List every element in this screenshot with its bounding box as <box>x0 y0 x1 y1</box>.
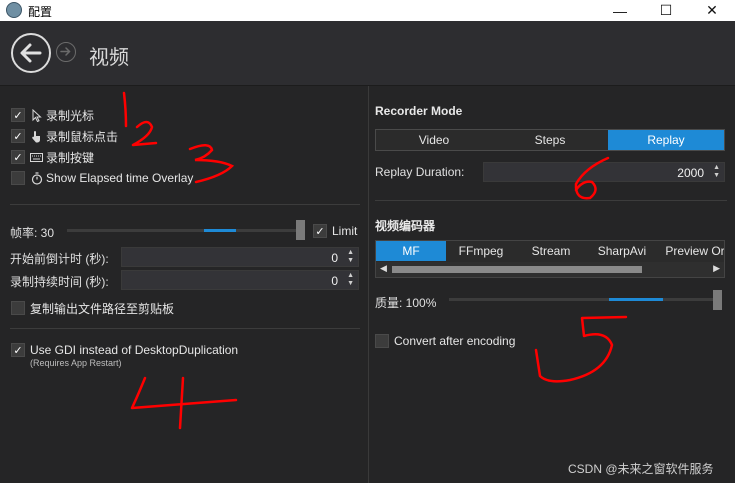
encoder-tabs-scrollbar[interactable]: ◀ ▶ <box>376 262 724 277</box>
fps-slider[interactable] <box>67 229 301 232</box>
encoder-title: 视频编码器 <box>375 219 436 233</box>
copy-path-checkbox[interactable]: 复制输出文件路径至剪贴板 <box>11 299 174 317</box>
checkbox-box[interactable]: ✓ <box>11 108 25 122</box>
duration-label: 录制持续时间 (秒): <box>10 275 109 289</box>
spinner-arrows-icon[interactable]: ▲ ▼ <box>347 249 354 265</box>
left-panel: ✓ 录制光标 ✓ 录制鼠标点击 ✓ 录制按键 Show Elapsed time… <box>0 86 368 483</box>
limit-label: Limit <box>332 224 358 238</box>
hand-pointer-icon <box>30 129 43 143</box>
tab-mf[interactable]: MF <box>376 241 446 261</box>
maximize-button[interactable]: ☐ <box>643 0 689 21</box>
replay-duration-label: Replay Duration: <box>375 165 465 179</box>
mode-steps[interactable]: Steps <box>492 130 608 150</box>
mode-replay[interactable]: Replay <box>608 130 724 150</box>
duration-value: 0 <box>331 274 338 288</box>
window-titlebar: 配置 — ☐ ✕ <box>0 0 735 21</box>
checkbox-box[interactable] <box>375 334 389 348</box>
record-clicks-label: 录制鼠标点击 <box>46 129 119 144</box>
arrow-right-icon <box>60 47 71 56</box>
quality-label: 质量: 100% <box>375 296 437 310</box>
tab-stream[interactable]: Stream <box>516 241 586 261</box>
tab-sharpavi[interactable]: SharpAvi <box>586 241 658 261</box>
stopwatch-icon <box>30 171 43 185</box>
record-keys-label: 录制按键 <box>46 150 95 165</box>
fps-slider-fill <box>204 229 236 232</box>
record-keys-checkbox[interactable]: ✓ 录制按键 <box>11 148 94 166</box>
checkbox-box[interactable]: ✓ <box>313 224 327 238</box>
minimize-button[interactable]: — <box>597 0 643 21</box>
scroll-right-icon[interactable]: ▶ <box>713 263 720 274</box>
checkbox-box[interactable] <box>11 171 25 185</box>
use-gdi-label: Use GDI instead of DesktopDuplication <box>30 343 239 357</box>
divider <box>10 204 360 205</box>
record-clicks-checkbox[interactable]: ✓ 录制鼠标点击 <box>11 127 118 145</box>
right-panel: Recorder Mode Video Steps Replay Replay … <box>369 86 735 483</box>
close-button[interactable]: ✕ <box>689 0 735 21</box>
checkbox-box[interactable]: ✓ <box>11 150 25 164</box>
mode-video[interactable]: Video <box>376 130 492 150</box>
spinner-arrows-icon[interactable]: ▲ ▼ <box>347 272 354 288</box>
quality-slider[interactable] <box>449 298 719 301</box>
start-delay-input[interactable]: 0 ▲ ▼ <box>121 247 359 267</box>
replay-duration-input[interactable]: 2000 ▲ ▼ <box>483 162 725 182</box>
checkbox-box[interactable]: ✓ <box>11 343 25 357</box>
tab-ffmpeg[interactable]: FFmpeg <box>446 241 516 261</box>
window-title: 配置 <box>28 5 53 19</box>
encoder-tabs: MF FFmpeg Stream SharpAvi Preview Or ◀ ▶ <box>375 240 725 278</box>
divider <box>10 328 360 329</box>
keyboard-icon <box>30 150 43 164</box>
quality-slider-thumb[interactable] <box>713 290 722 310</box>
replay-duration-value: 2000 <box>677 166 704 180</box>
back-button[interactable] <box>11 33 51 73</box>
tab-preview[interactable]: Preview Or <box>658 241 724 261</box>
elapsed-overlay-label: Show Elapsed time Overlay <box>46 171 194 185</box>
scroll-left-icon[interactable]: ◀ <box>380 263 387 274</box>
convert-after-checkbox[interactable]: Convert after encoding <box>375 332 515 350</box>
scrollbar-thumb[interactable] <box>392 266 642 273</box>
record-cursor-label: 录制光标 <box>46 108 95 123</box>
divider <box>375 200 727 201</box>
quality-slider-fill <box>609 298 663 301</box>
checkbox-box[interactable] <box>11 301 25 315</box>
duration-input[interactable]: 0 ▲ ▼ <box>121 270 359 290</box>
checkbox-box[interactable]: ✓ <box>11 129 25 143</box>
limit-checkbox[interactable]: ✓ Limit <box>313 222 357 240</box>
arrow-left-icon <box>20 43 42 63</box>
recorder-mode-title: Recorder Mode <box>375 104 463 118</box>
forward-button[interactable] <box>56 42 76 62</box>
fps-slider-thumb[interactable] <box>296 220 305 240</box>
watermark: CSDN @未来之窗软件服务 <box>568 462 714 476</box>
page-title: 视频 <box>89 47 129 69</box>
cursor-icon <box>30 108 43 122</box>
page-header: 视频 <box>0 21 735 86</box>
record-cursor-checkbox[interactable]: ✓ 录制光标 <box>11 106 94 124</box>
elapsed-overlay-checkbox[interactable]: Show Elapsed time Overlay <box>11 169 193 187</box>
use-gdi-checkbox[interactable]: ✓ Use GDI instead of DesktopDuplication <box>11 341 238 359</box>
fps-label: 帧率: 30 <box>10 226 55 240</box>
app-icon <box>6 2 22 18</box>
start-delay-value: 0 <box>331 251 338 265</box>
copy-path-label: 复制输出文件路径至剪贴板 <box>30 301 175 316</box>
use-gdi-note: (Requires App Restart) <box>30 358 122 368</box>
recorder-mode-selector: Video Steps Replay <box>375 129 725 151</box>
convert-after-label: Convert after encoding <box>394 334 516 348</box>
start-delay-label: 开始前倒计时 (秒): <box>10 252 109 266</box>
spinner-arrows-icon[interactable]: ▲ ▼ <box>713 164 720 180</box>
